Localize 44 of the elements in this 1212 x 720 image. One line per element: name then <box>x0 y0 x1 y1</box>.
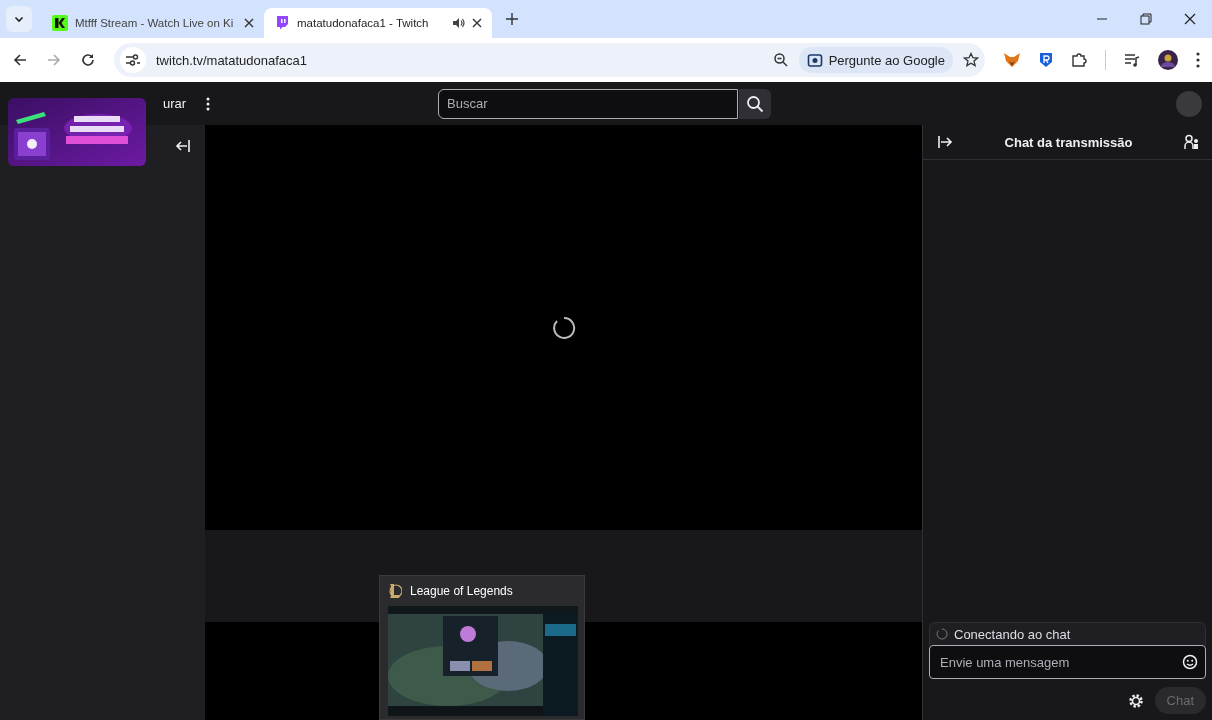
fox-icon[interactable] <box>1003 52 1021 68</box>
media-icon[interactable] <box>1124 52 1140 68</box>
address-bar[interactable]: twitch.tv/matatudonafaca1 Pergunte ao Google <box>114 43 985 77</box>
browser-tab[interactable]: Mtfff Stream - Watch Live on Ki <box>42 8 264 38</box>
extensions-icon[interactable] <box>1071 52 1087 68</box>
collapse-icon[interactable] <box>937 135 953 149</box>
url-text[interactable]: twitch.tv/matatudonafaca1 <box>156 52 763 68</box>
logo-icon <box>274 15 290 31</box>
loading-icon <box>936 628 948 640</box>
avatar-icon[interactable] <box>1158 50 1178 70</box>
search-icon[interactable] <box>746 94 764 113</box>
search-field[interactable]: Buscar <box>438 88 738 119</box>
emoji-icon[interactable] <box>1182 654 1198 670</box>
logo-icon <box>52 15 68 31</box>
browser-tab[interactable]: matatudonafaca1 - Twitch <box>264 8 492 38</box>
close-icon[interactable] <box>1184 13 1196 25</box>
shield-icon[interactable] <box>1039 52 1053 68</box>
restore-icon[interactable] <box>1140 13 1152 25</box>
close-icon[interactable] <box>472 18 482 28</box>
more-icon[interactable] <box>206 96 211 111</box>
game-title: League of Legends <box>410 584 513 598</box>
settings-icon[interactable] <box>1126 691 1145 710</box>
back-icon[interactable] <box>12 52 28 68</box>
game-logo-icon <box>388 583 402 599</box>
collapse-icon[interactable] <box>175 139 191 153</box>
users-icon[interactable] <box>1184 134 1200 150</box>
menu-label[interactable]: urar <box>163 96 187 111</box>
star-icon[interactable] <box>963 52 979 68</box>
new-tab-icon[interactable] <box>506 13 518 25</box>
loading-icon <box>551 315 576 340</box>
site-settings-icon[interactable] <box>125 53 141 67</box>
chat-title: Chat da transmissão <box>1004 134 1133 150</box>
chat-status: Conectando ao chat <box>954 626 1071 642</box>
chevron-icon[interactable] <box>14 14 24 24</box>
close-icon[interactable] <box>244 18 254 28</box>
camera-icon[interactable] <box>806 52 823 68</box>
zoom-out-icon[interactable] <box>772 52 789 68</box>
search-button[interactable] <box>739 88 771 119</box>
reload-icon[interactable] <box>80 52 96 68</box>
lens-chip[interactable]: Pergunte ao Google <box>798 47 953 73</box>
menu-icon[interactable] <box>1196 52 1200 68</box>
tab-search-button[interactable] <box>6 6 32 32</box>
speaker-icon[interactable] <box>451 16 465 30</box>
message-field[interactable]: Envie uma mensagem <box>929 645 1206 679</box>
